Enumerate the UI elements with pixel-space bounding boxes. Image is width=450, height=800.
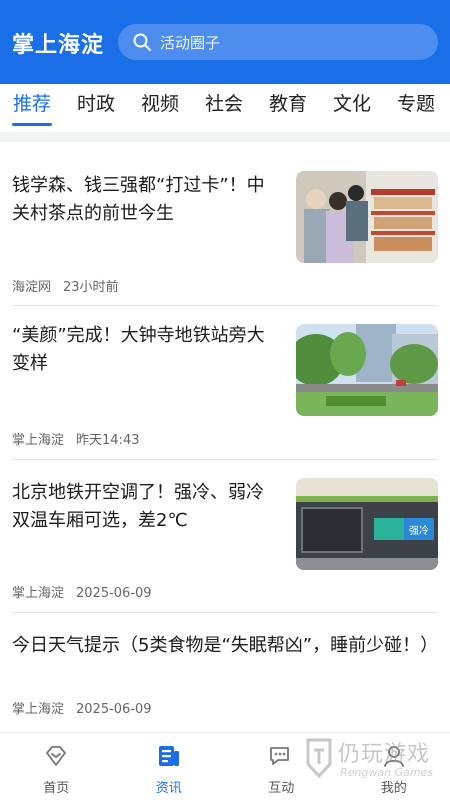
news-meta: 掌上海淀 昨天14:43: [12, 429, 139, 448]
nav-home-label: 首页: [43, 781, 70, 796]
news-time: 2025-06-09: [76, 586, 152, 601]
news-title: “美颜”完成！大钟寺地铁站旁大变样: [12, 325, 265, 374]
news-time: 昨天14:43: [76, 433, 140, 448]
news-item-2[interactable]: “美颜”完成！大钟寺地铁站旁大变样 掌上海淀 昨天14:43: [0, 306, 450, 459]
news-source: 掌上海淀: [12, 433, 65, 448]
nav-interact-label: 互动: [268, 781, 295, 796]
nav-interact[interactable]: 互动: [225, 733, 338, 800]
app-header: 掌上海淀 活动圈子: [0, 0, 450, 84]
news-item-1[interactable]: 钱学森、钱三强都“打过卡”！中关村茶点的前世今生 海淀网 23小时前: [0, 142, 450, 305]
tab-politics[interactable]: 时政: [64, 84, 128, 132]
search-placeholder: 活动圈子: [160, 33, 221, 52]
news-thumbnail: [296, 171, 438, 263]
news-meta: 海淀网 23小时前: [12, 276, 119, 295]
search-bar[interactable]: 活动圈子: [118, 24, 438, 60]
tab-special[interactable]: 专题: [384, 84, 448, 132]
news-icon: [158, 746, 179, 766]
nav-news[interactable]: 资讯: [113, 733, 226, 800]
nav-mine-label: 我的: [380, 781, 407, 796]
home-diamond-icon: [46, 746, 67, 766]
news-item-3[interactable]: 北京地铁开空调了！强冷、弱冷双温车厢可选，差2℃ 掌上海淀 2025-06-09 …: [0, 460, 450, 612]
news-meta: 掌上海淀 2025-06-09: [12, 698, 152, 717]
news-thumbnail: 强冷: [296, 478, 438, 570]
chat-icon: [270, 747, 290, 765]
news-title: 钱学森、钱三强都“打过卡”！中关村茶点的前世今生: [12, 175, 265, 224]
nav-mine[interactable]: 我的: [338, 733, 450, 800]
section-gap: [0, 132, 450, 142]
tab-society[interactable]: 社会: [192, 84, 256, 132]
news-item-4[interactable]: 今日天气提示（5类食物是“失眠帮凶”，睡前少碰！） 掌上海淀 2025-06-09: [0, 613, 450, 731]
news-source: 掌上海淀: [12, 586, 65, 601]
news-title: 北京地铁开空调了！强冷、弱冷双温车厢可选，差2℃: [12, 482, 264, 531]
news-title: 今日天气提示（5类食物是“失眠帮凶”，睡前少碰！）: [12, 635, 439, 656]
search-icon: [133, 33, 151, 51]
news-time: 2025-06-09: [76, 702, 152, 717]
tab-video[interactable]: 视频: [128, 84, 192, 132]
category-tabs: 推荐 时政 视频 社会 教育 文化 专题: [0, 84, 450, 132]
news-meta: 掌上海淀 2025-06-09: [12, 582, 152, 601]
news-source: 海淀网: [12, 280, 52, 295]
news-time: 23小时前: [63, 280, 119, 295]
profile-icon: [383, 746, 404, 767]
news-source: 掌上海淀: [12, 702, 65, 717]
tab-culture[interactable]: 文化: [320, 84, 384, 132]
tab-education[interactable]: 教育: [256, 84, 320, 132]
news-thumbnail: [296, 324, 438, 416]
bottom-nav: 首页 资讯 互动 我的: [0, 732, 450, 800]
tab-recommend[interactable]: 推荐: [0, 84, 64, 132]
thumb-sign-label: 强冷: [409, 524, 429, 537]
app-title: 掌上海淀: [12, 33, 105, 58]
nav-news-label: 资讯: [155, 781, 182, 796]
nav-home[interactable]: 首页: [0, 733, 113, 800]
